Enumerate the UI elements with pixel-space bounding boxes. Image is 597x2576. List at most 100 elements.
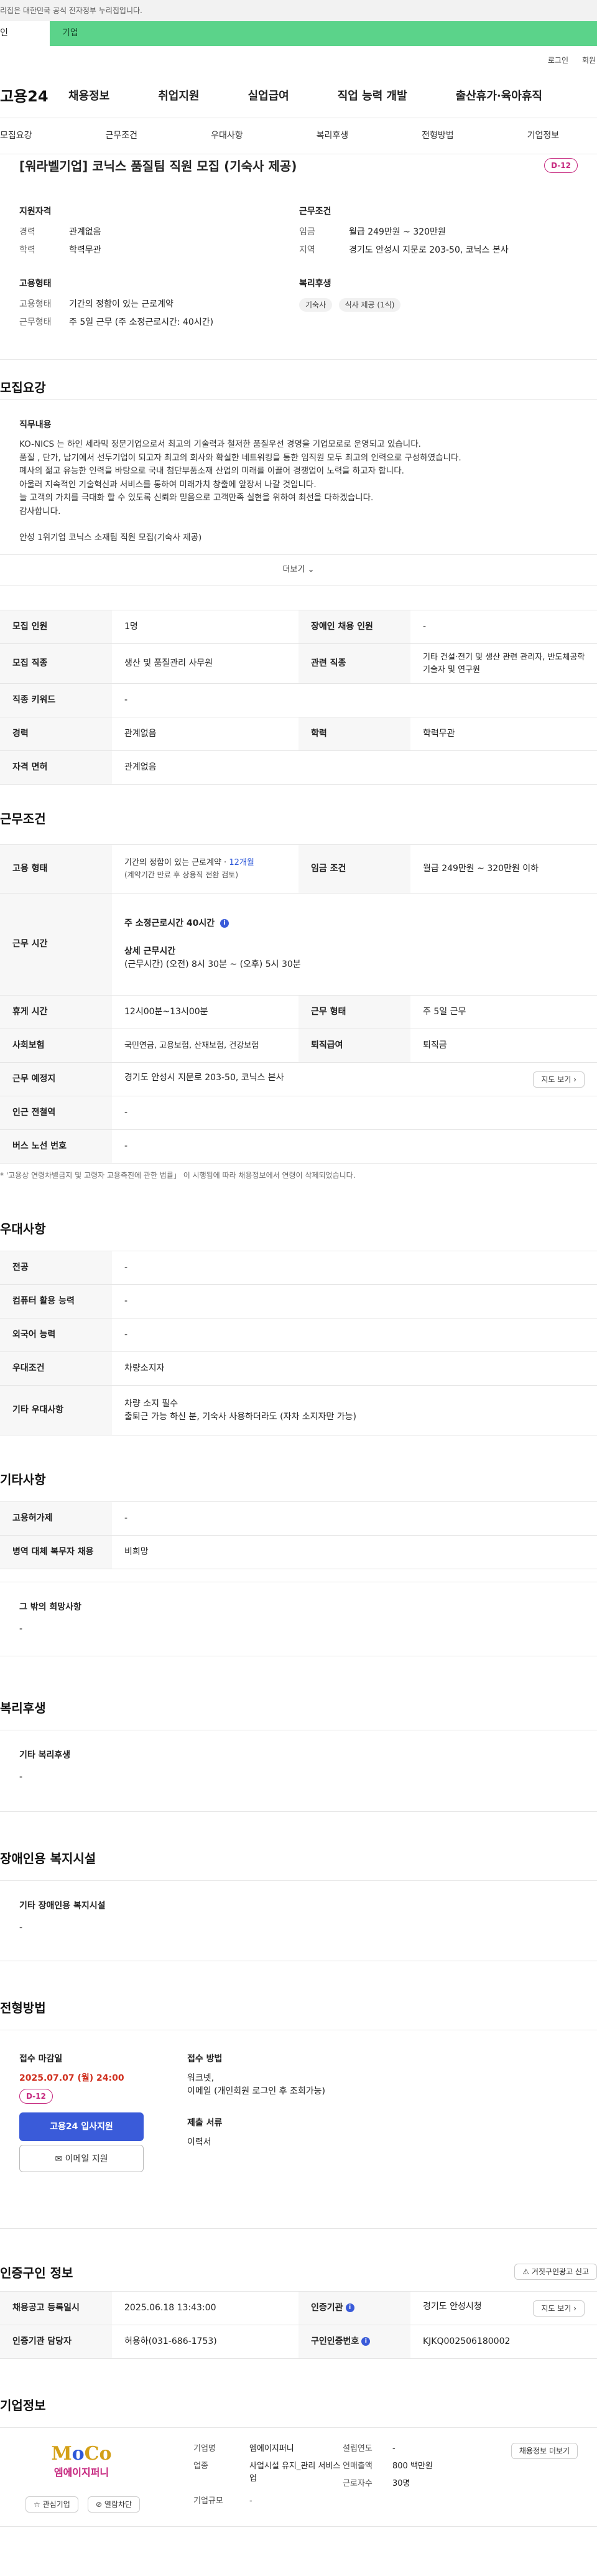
table-row: 자격 면허 관계없음: [0, 750, 597, 785]
report-button[interactable]: ⚠ 거짓구인광고 신고: [514, 2264, 597, 2280]
nav-jobs[interactable]: 채용정보: [68, 88, 109, 105]
subnav-work[interactable]: 근무조건: [106, 129, 138, 142]
cell-key: 직종 키워드: [0, 683, 112, 717]
welfare-heading: 복리후생: [299, 279, 331, 289]
cell-key: 기타 우대사항: [0, 1385, 112, 1435]
table-row: 모집 직종 생산 및 품질관리 사무원 관련 직종 기타 건설·전기 및 생산 관련…: [0, 643, 597, 684]
nav-employment-support[interactable]: 취업지원: [158, 88, 199, 105]
etc-section-header: 기타사항: [0, 1435, 597, 1501]
tab-personal[interactable]: 인: [0, 21, 50, 46]
info-icon[interactable]: i: [345, 2303, 354, 2312]
welfare-section-header: 복리후생: [0, 1656, 597, 1730]
info-value: 30명: [392, 2479, 410, 2488]
favorite-button[interactable]: ☆ 관심기업: [25, 2496, 78, 2513]
disabled-section-header: 장애인용 복지시설: [0, 1812, 597, 1880]
cert-table: 채용공고 등록일시 2025.06.18 13:43:00 인증기관 i 경기도 안…: [0, 2291, 597, 2359]
welfare-box: 기타 복리후생 -: [0, 1730, 597, 1812]
method-column: 접수 방법 워크넷, 이메일 (개인회원 로그인 후 조회가능) 제출 서류 이…: [187, 2053, 325, 2149]
info-icon[interactable]: i: [361, 2337, 371, 2346]
site-logo[interactable]: 고용24: [0, 85, 68, 108]
company-logo: MoCo 엠에이지퍼니: [25, 2443, 137, 2486]
cell-value: -: [112, 683, 597, 717]
table-row: 모집 인원 1명 장애인 채용 인원 -: [0, 610, 597, 644]
main-nav: 고용24 채용정보 취업지원 실업급여 직업 능력 개발 출산휴가·육아휴직: [0, 75, 597, 118]
job-description-box: 직무내용 KO-NICS 는 하인 세라믹 정문기업으로서 최고의 기술력과 철…: [0, 399, 597, 586]
block-button[interactable]: ⊘ 열람차단: [88, 2496, 141, 2513]
chevron-right-icon: ›: [573, 1075, 576, 1084]
desc-line: KO-NICS 는 하인 세라믹 정문기업으로서 최고의 기술력과 철저한 품질…: [19, 439, 421, 449]
edu-label: 학력: [19, 245, 35, 255]
emp-type-value: 기간의 정함이 있는 근로계약: [69, 299, 174, 309]
desc-line: 폐사의 젊고 유능한 인력을 바탕으로 국내 첨단부품소재 산업의 미래를 이끌…: [19, 466, 404, 477]
report-button-label: 거짓구인광고 신고: [531, 2267, 589, 2276]
cell-key: 장애인 채용 인원: [298, 610, 410, 644]
wage-value: 월급 249만원 ~ 320만원: [349, 227, 446, 237]
nav-leave[interactable]: 출산휴가·육아휴직: [456, 88, 542, 105]
subnav-company[interactable]: 기업정보: [527, 129, 560, 142]
welfare-label: 기타 복리후생: [19, 1750, 71, 1760]
info-value: -: [249, 2496, 252, 2506]
nav-training[interactable]: 직업 능력 개발: [338, 88, 407, 105]
info-icon[interactable]: i: [220, 919, 229, 928]
subnav-welfare[interactable]: 복리후생: [317, 129, 349, 142]
company-logo-text: 엠에이지퍼니: [53, 2466, 109, 2478]
welfare-block: 복리후생 기숙사 식사 제공 (1식): [299, 278, 548, 312]
nav-unemployment[interactable]: 실업급여: [248, 88, 289, 105]
work-place-value: 경기도 안성시 지문로 203-50, 코닉스 본사: [124, 1072, 284, 1083]
info-key: 기업명: [193, 2444, 216, 2453]
info-value: 엠에이지퍼니: [249, 2444, 294, 2453]
table-row: 경력 관계없음 학력 학력무관: [0, 717, 597, 751]
subnav-pref[interactable]: 우대사항: [211, 129, 243, 142]
more-button[interactable]: 더보기 ⌄: [0, 554, 597, 586]
pref-extra-line: 출퇴근 가능 하신 분, 기숙사 사용하더라도 (자차 소지자만 가능): [124, 1411, 356, 1422]
wage-label: 임금: [299, 227, 315, 237]
login-link[interactable]: 로그인: [548, 55, 568, 66]
favorite-label: 관심기업: [42, 2500, 70, 2509]
map-button-label: 지도 보기: [541, 2303, 572, 2313]
hope-box: 그 밖의 희망사항 -: [0, 1582, 597, 1656]
map-button[interactable]: 지도 보기 ›: [533, 1071, 585, 1088]
cell-value: -: [112, 1251, 597, 1285]
table-row: 컴퓨터 활용 능력 -: [0, 1284, 597, 1318]
table-row: 인근 전철역 -: [0, 1096, 597, 1130]
disabled-box: 기타 장애인용 복지시설 -: [0, 1880, 597, 1961]
disabled-value: -: [19, 1923, 23, 1933]
member-link[interactable]: 회원: [582, 55, 597, 66]
cell-key: 관련 직종: [298, 643, 410, 684]
info-key: 업종: [193, 2462, 208, 2471]
table-row: 사회보험 국민연금, 고용보험, 산재보험, 건강보험 퇴직급여 퇴직금: [0, 1029, 597, 1063]
more-jobs-button[interactable]: 채용정보 더보기: [511, 2443, 578, 2459]
emp-type-label: 고용형태: [19, 299, 52, 309]
cell-value: 1명: [112, 610, 298, 644]
welfare-sec-heading: 복리후생: [0, 1701, 46, 1715]
edu-value: 학력무관: [69, 245, 101, 255]
process-section-header: 전형방법: [0, 1961, 597, 2030]
cell-value: 차량 소지 필수 출퇴근 가능 하신 분, 기숙사 사용하더라도 (자차 소지자만…: [112, 1385, 597, 1435]
cell-value: -: [112, 1501, 597, 1536]
cell-key: 외국어 능력: [0, 1318, 112, 1352]
tab-corporate[interactable]: 기업: [50, 21, 597, 46]
page-title: [워라벨기업] 코닉스 품질팀 직원 모집 (기숙사 제공): [19, 159, 297, 174]
conditions-heading: 근무조건: [299, 207, 331, 217]
cell-key: 우대조건: [0, 1351, 112, 1386]
cell-value: 차량소지자: [112, 1351, 597, 1386]
apply-button[interactable]: 고용24 입사지원: [19, 2112, 144, 2141]
company-info-col1: 기업명 엠에이지퍼니 업종 사업시설 유지_관리 서비스업 기업규모 -: [193, 2443, 343, 2513]
exp-value: 관계없음: [69, 227, 101, 237]
subnav-process[interactable]: 전형방법: [422, 129, 454, 142]
detail-hours-value: (근무시간) (오전) 8시 30분 ~ (오후) 5시 30분: [124, 959, 301, 969]
chevron-down-icon: ⌄: [307, 565, 315, 574]
pref-section-header: 우대사항: [0, 1188, 597, 1251]
top-tabs: 인 기업: [0, 21, 597, 46]
email-apply-label: 이메일 지원: [65, 2154, 108, 2164]
info-value: 800 백만원: [392, 2462, 433, 2471]
email-apply-button[interactable]: ✉ 이메일 지원: [19, 2145, 144, 2172]
deadline-value: 2025.07.07 (월) 24:00: [19, 2073, 124, 2083]
subnav-recruit[interactable]: 모집요강: [0, 129, 32, 142]
dday-badge: D-12: [544, 158, 578, 173]
info-key: 근로자수: [343, 2479, 373, 2488]
map-button[interactable]: 지도 보기 ›: [533, 2300, 585, 2317]
cell-key: 버스 노선 번호: [0, 1129, 112, 1164]
table-row: 버스 노선 번호 -: [0, 1129, 597, 1164]
table-row: 휴게 시간 12시00분~13시00분 근무 형태 주 5일 근무: [0, 995, 597, 1029]
